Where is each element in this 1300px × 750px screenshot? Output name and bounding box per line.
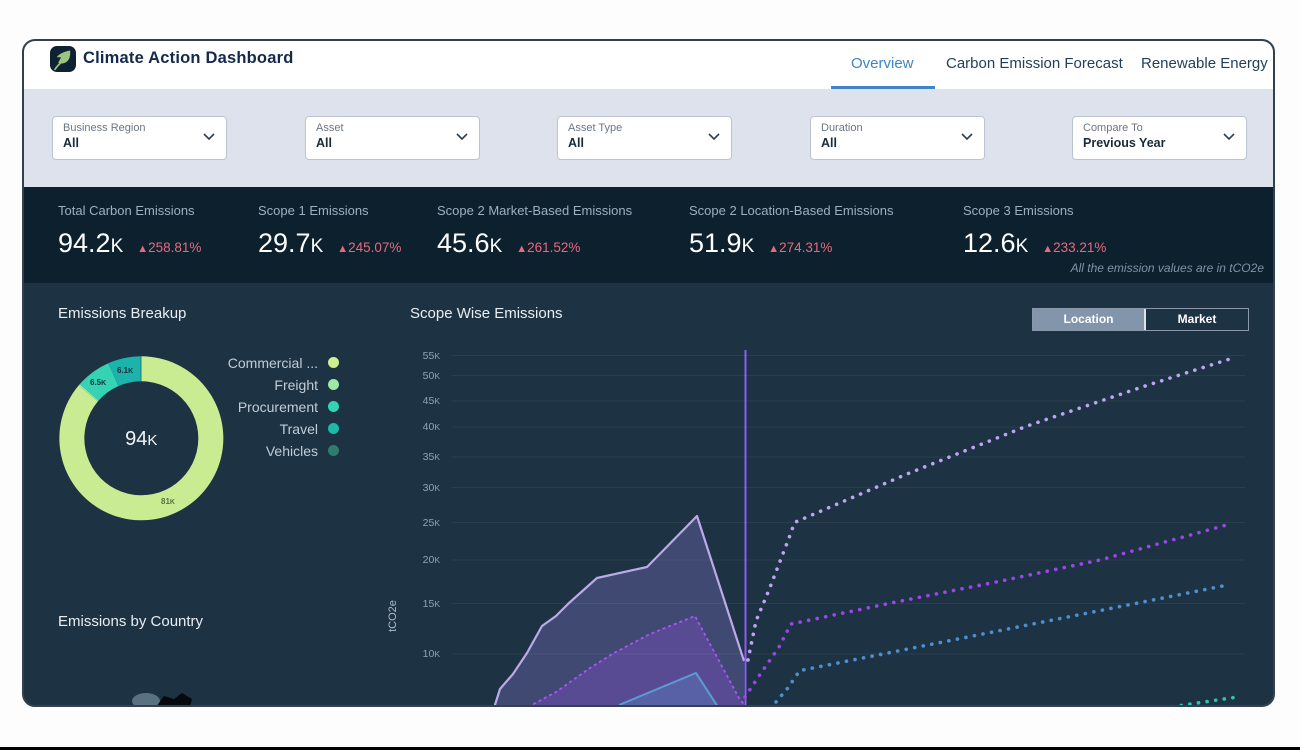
- svg-text:94K: 94K: [125, 428, 157, 450]
